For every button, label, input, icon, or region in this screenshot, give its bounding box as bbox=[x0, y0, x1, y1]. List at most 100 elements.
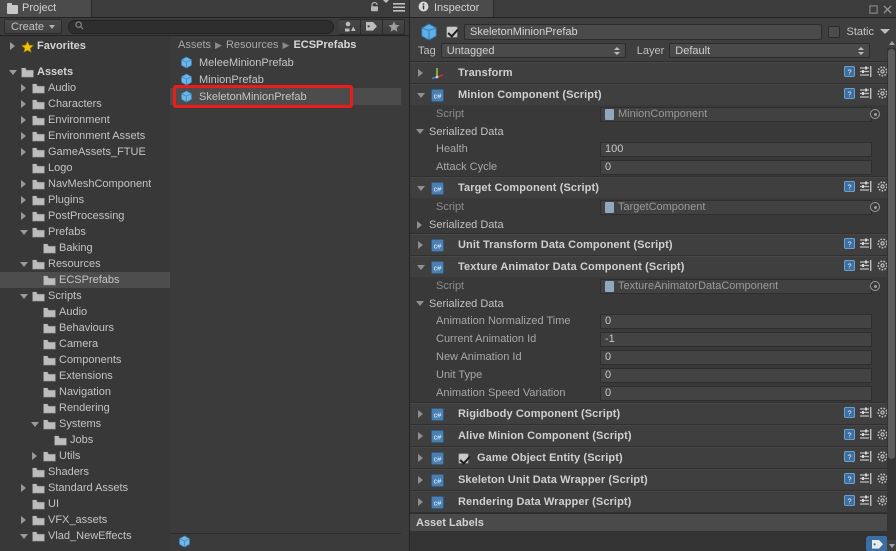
preset-sliders-icon[interactable] bbox=[860, 473, 872, 487]
preset-sliders-icon[interactable] bbox=[860, 451, 872, 465]
component-expand-arrow[interactable] bbox=[415, 185, 426, 191]
serialized-data-foldout[interactable]: Serialized Data bbox=[410, 295, 896, 312]
object-picker-icon[interactable] bbox=[870, 281, 880, 291]
gameobject-name-input[interactable]: SkeletonMinionPrefab bbox=[464, 23, 823, 40]
tree-item-prefabs[interactable]: Prefabs bbox=[0, 224, 170, 240]
tree-item-navigation[interactable]: Navigation bbox=[0, 384, 170, 400]
layer-dropdown[interactable]: Default bbox=[669, 43, 870, 58]
tree-expand-arrow[interactable] bbox=[18, 144, 29, 160]
tree-item-shaders[interactable]: Shaders bbox=[0, 464, 170, 480]
help-book-icon[interactable]: ? bbox=[844, 88, 855, 102]
component-header[interactable]: c# Target Component (Script)? bbox=[410, 177, 896, 198]
component-header[interactable]: c# Alive Minion Component (Script)? bbox=[410, 425, 896, 446]
component-header[interactable]: c# Skeleton Unit Data Wrapper (Script)? bbox=[410, 469, 896, 490]
component-expand-arrow[interactable] bbox=[415, 264, 426, 270]
component-header[interactable]: c# Unit Transform Data Component (Script)… bbox=[410, 234, 896, 255]
breadcrumb-item-resources[interactable]: Resources bbox=[226, 39, 279, 51]
favorites-star-icon[interactable] bbox=[383, 18, 405, 35]
static-checkbox[interactable] bbox=[828, 25, 841, 38]
static-dropdown-chevron-icon[interactable] bbox=[880, 29, 890, 34]
tree-expand-arrow[interactable] bbox=[7, 64, 18, 80]
property-value-input[interactable]: 0 bbox=[600, 313, 872, 329]
help-book-icon[interactable]: ? bbox=[844, 181, 855, 195]
tree-expand-arrow[interactable] bbox=[18, 112, 29, 128]
component-header[interactable]: c# Minion Component (Script)? bbox=[410, 84, 896, 105]
preset-sliders-icon[interactable] bbox=[860, 238, 872, 252]
component-header[interactable]: c# Texture Animator Data Component (Scrip… bbox=[410, 256, 896, 277]
help-book-icon[interactable]: ? bbox=[844, 260, 855, 274]
script-object-field[interactable]: TextureAnimatorDataComponent bbox=[600, 278, 872, 294]
scrollbar-thumb[interactable] bbox=[888, 49, 895, 459]
asset-labels-area[interactable] bbox=[410, 531, 896, 551]
preset-sliders-icon[interactable] bbox=[860, 407, 872, 421]
script-object-field[interactable]: TargetComponent bbox=[600, 199, 872, 215]
asset-item-meleeminionprefab[interactable]: MeleeMinionPrefab bbox=[170, 54, 409, 71]
help-book-icon[interactable]: ? bbox=[844, 66, 855, 80]
tree-expand-arrow[interactable] bbox=[18, 208, 29, 224]
help-book-icon[interactable]: ? bbox=[844, 429, 855, 443]
tree-item-audio[interactable]: Audio bbox=[0, 304, 170, 320]
tree-expand-arrow[interactable] bbox=[18, 80, 29, 96]
tree-item-camera[interactable]: Camera bbox=[0, 336, 170, 352]
inspector-scrollbar[interactable] bbox=[887, 37, 896, 551]
component-expand-arrow[interactable] bbox=[415, 92, 426, 98]
asset-item-minionprefab[interactable]: MinionPrefab bbox=[170, 71, 409, 88]
component-header[interactable]: c# Rigidbody Component (Script)? bbox=[410, 403, 896, 424]
tree-item-postprocessing[interactable]: PostProcessing bbox=[0, 208, 170, 224]
hamburger-menu-icon[interactable] bbox=[393, 2, 405, 15]
scroll-down-arrow[interactable] bbox=[887, 540, 896, 551]
tree-expand-arrow[interactable] bbox=[18, 192, 29, 208]
tree-expand-arrow[interactable] bbox=[18, 512, 29, 528]
filter-by-type-icon[interactable] bbox=[339, 18, 361, 35]
help-book-icon[interactable]: ? bbox=[844, 407, 855, 421]
object-picker-icon[interactable] bbox=[870, 202, 880, 212]
tree-item-characters[interactable]: Characters bbox=[0, 96, 170, 112]
component-expand-arrow[interactable] bbox=[415, 476, 426, 484]
tree-item-behaviours[interactable]: Behaviours bbox=[0, 320, 170, 336]
serialized-data-foldout[interactable]: Serialized Data bbox=[410, 123, 896, 140]
search-field[interactable] bbox=[68, 19, 334, 34]
tree-expand-arrow[interactable] bbox=[18, 528, 29, 544]
asset-list[interactable]: MeleeMinionPrefab MinionPrefab SkeletonMin… bbox=[170, 54, 409, 533]
tree-item-vfx-assets[interactable]: VFX_assets bbox=[0, 512, 170, 528]
component-header[interactable]: Transform? bbox=[410, 62, 896, 83]
property-value-input[interactable]: -1 bbox=[600, 331, 872, 347]
tree-item-ui[interactable]: UI bbox=[0, 496, 170, 512]
tree-item-navmeshcomponent[interactable]: NavMeshComponent bbox=[0, 176, 170, 192]
preset-sliders-icon[interactable] bbox=[860, 181, 872, 195]
tree-expand-arrow[interactable] bbox=[29, 448, 40, 464]
tree-item-gameassets-ftue[interactable]: GameAssets_FTUE bbox=[0, 144, 170, 160]
tree-item-scripts[interactable]: Scripts bbox=[0, 288, 170, 304]
component-expand-arrow[interactable] bbox=[415, 432, 426, 440]
help-book-icon[interactable]: ? bbox=[844, 238, 855, 252]
tree-expand-arrow[interactable] bbox=[29, 416, 40, 432]
component-expand-arrow[interactable] bbox=[415, 498, 426, 506]
property-value-input[interactable]: 0 bbox=[600, 159, 872, 175]
property-value-input[interactable]: 0 bbox=[600, 367, 872, 383]
property-value-input[interactable]: 100 bbox=[600, 141, 872, 157]
serialized-data-foldout[interactable]: Serialized Data bbox=[410, 216, 896, 233]
create-button[interactable]: Create bbox=[4, 19, 63, 34]
property-value-input[interactable]: 0 bbox=[600, 385, 872, 401]
component-header[interactable]: c# Game Object Entity (Script)? bbox=[410, 447, 896, 468]
help-book-icon[interactable]: ? bbox=[844, 473, 855, 487]
tree-item-standard-assets[interactable]: Standard Assets bbox=[0, 480, 170, 496]
asset-item-skeletonminionprefab[interactable]: SkeletonMinionPrefab bbox=[170, 88, 409, 105]
tree-item-resources[interactable]: Resources bbox=[0, 256, 170, 272]
tag-dropdown[interactable]: Untagged bbox=[440, 43, 626, 58]
gameobject-enabled-checkbox[interactable] bbox=[446, 25, 458, 38]
component-expand-arrow[interactable] bbox=[415, 241, 426, 249]
tree-item-plugins[interactable]: Plugins bbox=[0, 192, 170, 208]
search-input[interactable] bbox=[88, 20, 327, 33]
tree-expand-arrow[interactable] bbox=[18, 176, 29, 192]
tree-item-environment-assets[interactable]: Environment Assets bbox=[0, 128, 170, 144]
tree-item-systems[interactable]: Systems bbox=[0, 416, 170, 432]
tree-item-jobs[interactable]: Jobs bbox=[0, 432, 170, 448]
property-value-input[interactable]: 0 bbox=[600, 349, 872, 365]
preset-sliders-icon[interactable] bbox=[860, 66, 872, 80]
tree-expand-arrow[interactable] bbox=[18, 96, 29, 112]
folder-tree[interactable]: Favorites Assets Audio Characters Environmen… bbox=[0, 36, 170, 551]
tree-item-rendering[interactable]: Rendering bbox=[0, 400, 170, 416]
filter-by-label-icon[interactable] bbox=[361, 18, 383, 35]
tab-project[interactable]: Project bbox=[0, 0, 92, 17]
